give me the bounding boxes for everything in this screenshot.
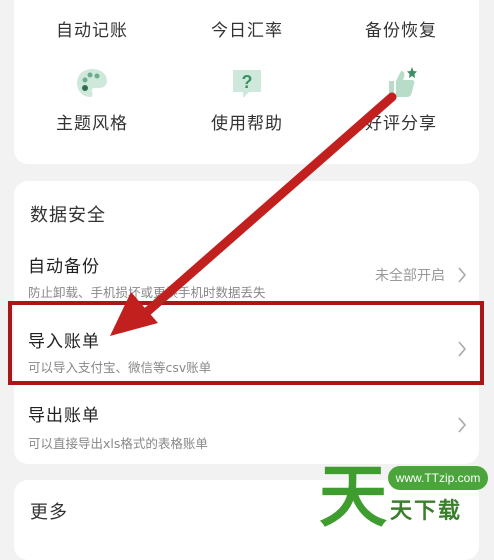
- tool-label: 主题风格: [56, 114, 128, 134]
- watermark-glyph: 天: [319, 458, 387, 530]
- tool-label: 好评分享: [365, 114, 437, 134]
- chevron-right-icon: [458, 417, 467, 433]
- status-text: 未全部开启: [375, 268, 445, 284]
- tool-backup-restore[interactable]: 备份恢复: [331, 16, 471, 41]
- watermark-name: 天下载: [390, 499, 463, 524]
- section-title: 数据安全: [30, 205, 106, 226]
- palette-icon: [77, 69, 107, 97]
- watermark-domain: www.TTzip.com: [388, 466, 488, 490]
- tool-label: 使用帮助: [211, 114, 283, 134]
- row-subtitle: 可以直接导出xls格式的表格账单: [28, 436, 208, 451]
- tool-usage-help[interactable]: ? 使用帮助: [177, 65, 317, 134]
- help-icon: ?: [233, 70, 261, 98]
- tool-exchange-rate[interactable]: 今日汇率: [177, 16, 317, 41]
- tool-label: 今日汇率: [211, 21, 283, 41]
- tool-auto-accounting[interactable]: 自动记账: [22, 16, 162, 41]
- row-title: 自动备份: [28, 257, 100, 277]
- thumbs-up-icon: [389, 67, 417, 97]
- tool-theme-style[interactable]: 主题风格: [22, 65, 162, 134]
- highlight-box: [8, 301, 484, 385]
- row-subtitle: 防止卸载、手机损坏或更换手机时数据丢失: [28, 285, 266, 300]
- tools-card: 自动记账 今日汇率 备份恢复 主题风格 ? 使用帮助 好评分享: [14, 0, 479, 164]
- row-title: 导出账单: [28, 406, 100, 426]
- export-bill-row[interactable]: 导出账单 可以直接导出xls格式的表格账单: [14, 385, 479, 463]
- section-title: 更多: [30, 502, 68, 523]
- tool-rate-share[interactable]: 好评分享: [331, 65, 471, 134]
- chevron-right-icon: [458, 267, 467, 283]
- tool-label: 备份恢复: [365, 21, 437, 41]
- svg-text:?: ?: [242, 72, 253, 92]
- tool-label: 自动记账: [56, 21, 128, 41]
- watermark-logo: 天: [319, 458, 387, 530]
